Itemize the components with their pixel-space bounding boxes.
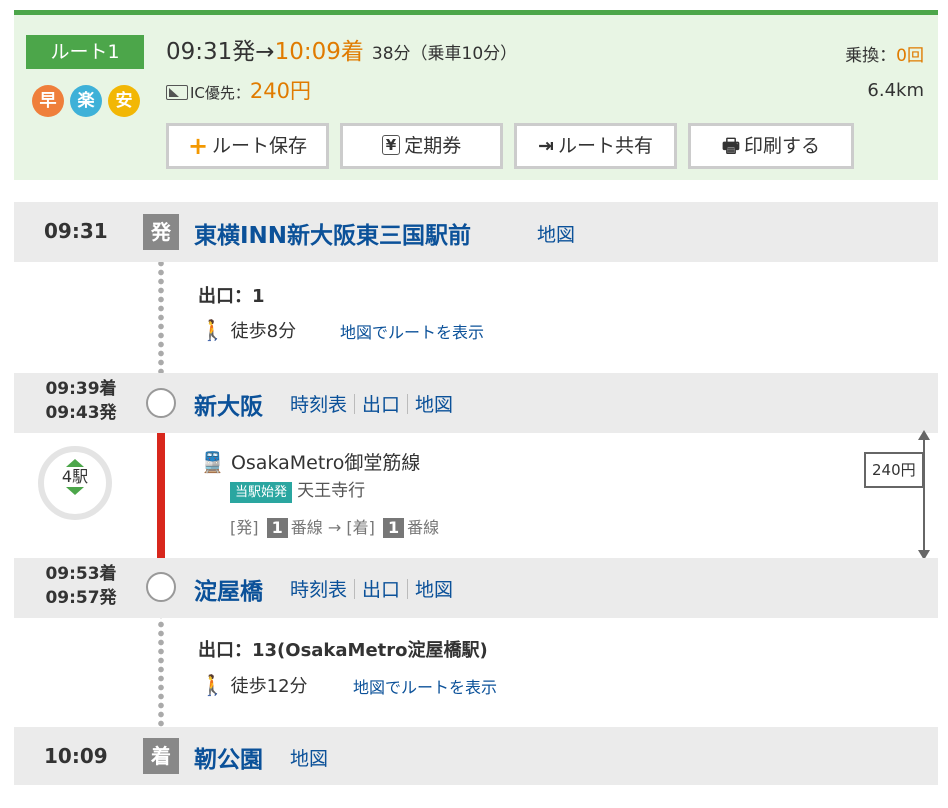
departure-track-suffix: 番線 <box>290 518 323 537</box>
departure-platform-label: [発] <box>230 518 259 537</box>
first-station-badge: 当駅始発 <box>230 482 293 503</box>
shin-osaka-timetable-link[interactable]: 時刻表 <box>290 394 347 416</box>
print-button[interactable]: 🖶 印刷する <box>688 123 854 169</box>
yodoyabashi-links: 時刻表 出口 地図 <box>290 575 453 602</box>
direction: 天王寺行 <box>297 481 366 501</box>
walk-info-1: 🚶 徒歩8分 <box>200 317 296 343</box>
stop-count-indicator[interactable]: 4駅 <box>38 446 112 520</box>
plus-icon: + <box>187 132 209 160</box>
shin-osaka-map-link[interactable]: 地図 <box>415 394 453 416</box>
transfer-count: 乗換：0回 <box>845 41 924 66</box>
route-label: ルート1 <box>26 35 144 69</box>
subway-line-rail <box>157 416 165 576</box>
walk-map-route-link-2[interactable]: 地図でルートを表示 <box>353 674 497 698</box>
platform-info: [発] 1 番線 → [着] 1 番線 <box>230 514 439 538</box>
divider <box>407 579 409 599</box>
save-route-label: ルート保存 <box>212 135 308 157</box>
platform-arrow: → <box>327 518 342 537</box>
walk-connector-2 <box>158 602 164 742</box>
arrival-track-suffix: 番線 <box>407 518 440 537</box>
print-label: 印刷する <box>743 135 820 157</box>
commuter-pass-icon: ¥ <box>381 135 401 155</box>
origin-map-link[interactable]: 地図 <box>537 220 575 247</box>
line-info: 🚆 OsakaMetro御堂筋線 <box>200 448 420 475</box>
distance: 6.4km <box>867 80 924 101</box>
divider <box>354 579 356 599</box>
commuter-pass-label: 定期券 <box>404 135 462 157</box>
chevron-up-icon <box>66 459 84 467</box>
route-times: 09:31発→10:09着 38分（乗車10分） <box>166 35 517 71</box>
divider <box>407 394 409 414</box>
yodoyabashi-exit-link[interactable]: 出口 <box>362 579 400 601</box>
ic-label: IC優先： <box>190 84 250 102</box>
shin-osaka-station-name[interactable]: 新大阪 <box>194 387 263 421</box>
arrival-platform-label: [着] <box>346 518 375 537</box>
yodoyabashi-departure: 09:57発 <box>45 588 117 608</box>
duration: 38分（乗車10分） <box>371 44 518 64</box>
commuter-pass-button[interactable]: ¥ 定期券 <box>340 123 503 169</box>
share-icon: ⇥ <box>538 135 554 157</box>
direction-row: 当駅始発 天王寺行 <box>230 476 366 503</box>
shin-osaka-times: 09:39着 09:43発 <box>32 377 130 425</box>
fast-badge-label: 早 <box>39 91 57 111</box>
time-arrow: → <box>255 39 275 65</box>
arrival-platform-number: 1 <box>382 518 405 538</box>
easy-badge-icon: 楽 <box>70 85 102 117</box>
station-circle-icon <box>146 572 176 602</box>
chevron-down-icon <box>66 487 84 495</box>
yodoyabashi-map-link[interactable]: 地図 <box>415 579 453 601</box>
transfer-label: 乗換： <box>845 46 897 66</box>
yodoyabashi-times: 09:53着 09:57発 <box>32 562 130 610</box>
stop-count-label: 4駅 <box>61 467 89 486</box>
arrive-time: 10:09着 <box>274 39 364 65</box>
walk-connector-1 <box>158 250 164 384</box>
fare-range-arrow-icon <box>918 430 930 560</box>
departure-platform-number: 1 <box>266 518 288 538</box>
line-name: OsakaMetro御堂筋線 <box>230 452 421 474</box>
walk-map-route-link-1[interactable]: 地図でルートを表示 <box>340 319 484 343</box>
depart-tag: 発 <box>143 214 179 250</box>
origin-time: 09:31 <box>44 219 108 243</box>
walk-duration-2: 徒歩12分 <box>230 676 308 697</box>
station-circle-icon <box>146 388 176 418</box>
walking-person-icon: 🚶 <box>200 318 225 342</box>
fare-price: 240円 <box>249 79 311 103</box>
share-route-label: ルート共有 <box>557 135 653 157</box>
destination-station-name[interactable]: 靭公園 <box>194 740 263 774</box>
cheap-badge-icon: 安 <box>108 85 140 117</box>
exit-info-1: 出口：1 <box>198 286 265 307</box>
train-icon: 🚆 <box>200 450 225 474</box>
origin-station-name[interactable]: 東横INN新大阪東三国駅前 <box>194 216 471 250</box>
walk-info-2: 🚶 徒歩12分 <box>200 672 308 698</box>
exit-info-2: 出口：13(OsakaMetro淀屋橋駅) <box>198 640 488 661</box>
arrive-tag: 着 <box>143 738 179 774</box>
share-route-button[interactable]: ⇥ ルート共有 <box>514 123 677 169</box>
easy-badge-label: 楽 <box>77 91 95 111</box>
yodoyabashi-timetable-link[interactable]: 時刻表 <box>290 579 347 601</box>
printer-icon: 🖶 <box>722 135 740 157</box>
yodoyabashi-arrival: 09:53着 <box>45 564 117 584</box>
yodoyabashi-station-name[interactable]: 淀屋橋 <box>194 572 263 606</box>
depart-time: 09:31発 <box>166 39 256 65</box>
walk-duration-1: 徒歩8分 <box>230 321 297 342</box>
route-summary-panel: ルート1 早 楽 安 09:31発→10:09着 38分（乗車10分） IC優先：… <box>14 10 938 180</box>
fare-row: IC優先：240円 <box>166 77 311 107</box>
fast-badge-icon: 早 <box>32 85 64 117</box>
destination-time: 10:09 <box>44 744 108 768</box>
shin-osaka-arrival: 09:39着 <box>45 379 117 399</box>
segment-fare: 240円 <box>864 452 924 488</box>
ic-card-icon <box>166 85 188 100</box>
destination-map-link[interactable]: 地図 <box>290 744 328 771</box>
cheap-badge-label: 安 <box>115 91 133 111</box>
save-route-button[interactable]: + ルート保存 <box>166 123 329 169</box>
transfer-value: 0回 <box>896 46 924 66</box>
walking-person-icon: 🚶 <box>200 673 225 697</box>
shin-osaka-links: 時刻表 出口 地図 <box>290 390 453 417</box>
divider <box>354 394 356 414</box>
shin-osaka-departure: 09:43発 <box>45 403 117 423</box>
shin-osaka-exit-link[interactable]: 出口 <box>362 394 400 416</box>
